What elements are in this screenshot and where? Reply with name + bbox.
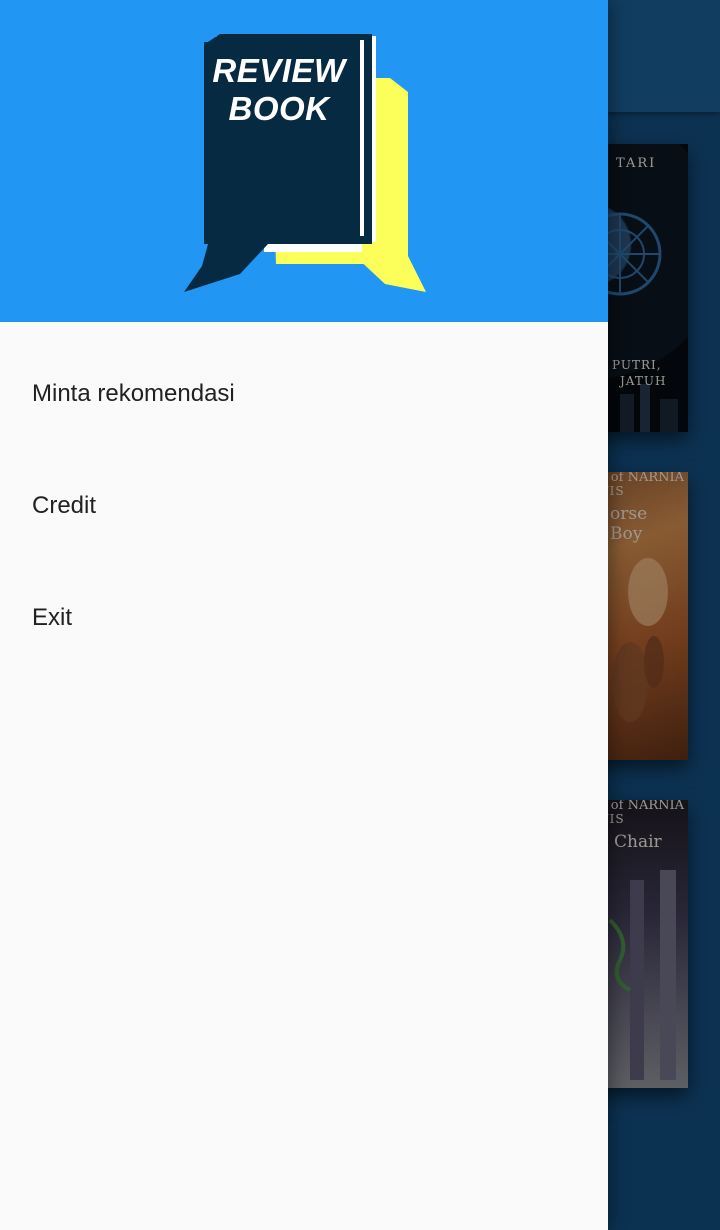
logo-text-line-1: REVIEW xyxy=(212,52,346,89)
menu-item-minta-rekomendasi[interactable]: Minta rekomendasi xyxy=(0,338,608,450)
drawer-header: REVIEW BOOK xyxy=(0,0,608,322)
menu-item-label: Credit xyxy=(32,492,97,519)
drawer-menu: Minta rekomendasi Credit Exit xyxy=(0,338,608,674)
menu-item-credit[interactable]: Credit xyxy=(0,450,608,562)
logo-text: REVIEW BOOK xyxy=(204,52,354,128)
menu-item-exit[interactable]: Exit xyxy=(0,562,608,674)
navigation-drawer: REVIEW BOOK Minta rekomendasi Credit Exi… xyxy=(0,0,608,1230)
menu-item-label: Minta rekomendasi xyxy=(32,380,235,407)
menu-item-label: Exit xyxy=(32,604,73,631)
logo-text-line-2: BOOK xyxy=(228,90,330,127)
